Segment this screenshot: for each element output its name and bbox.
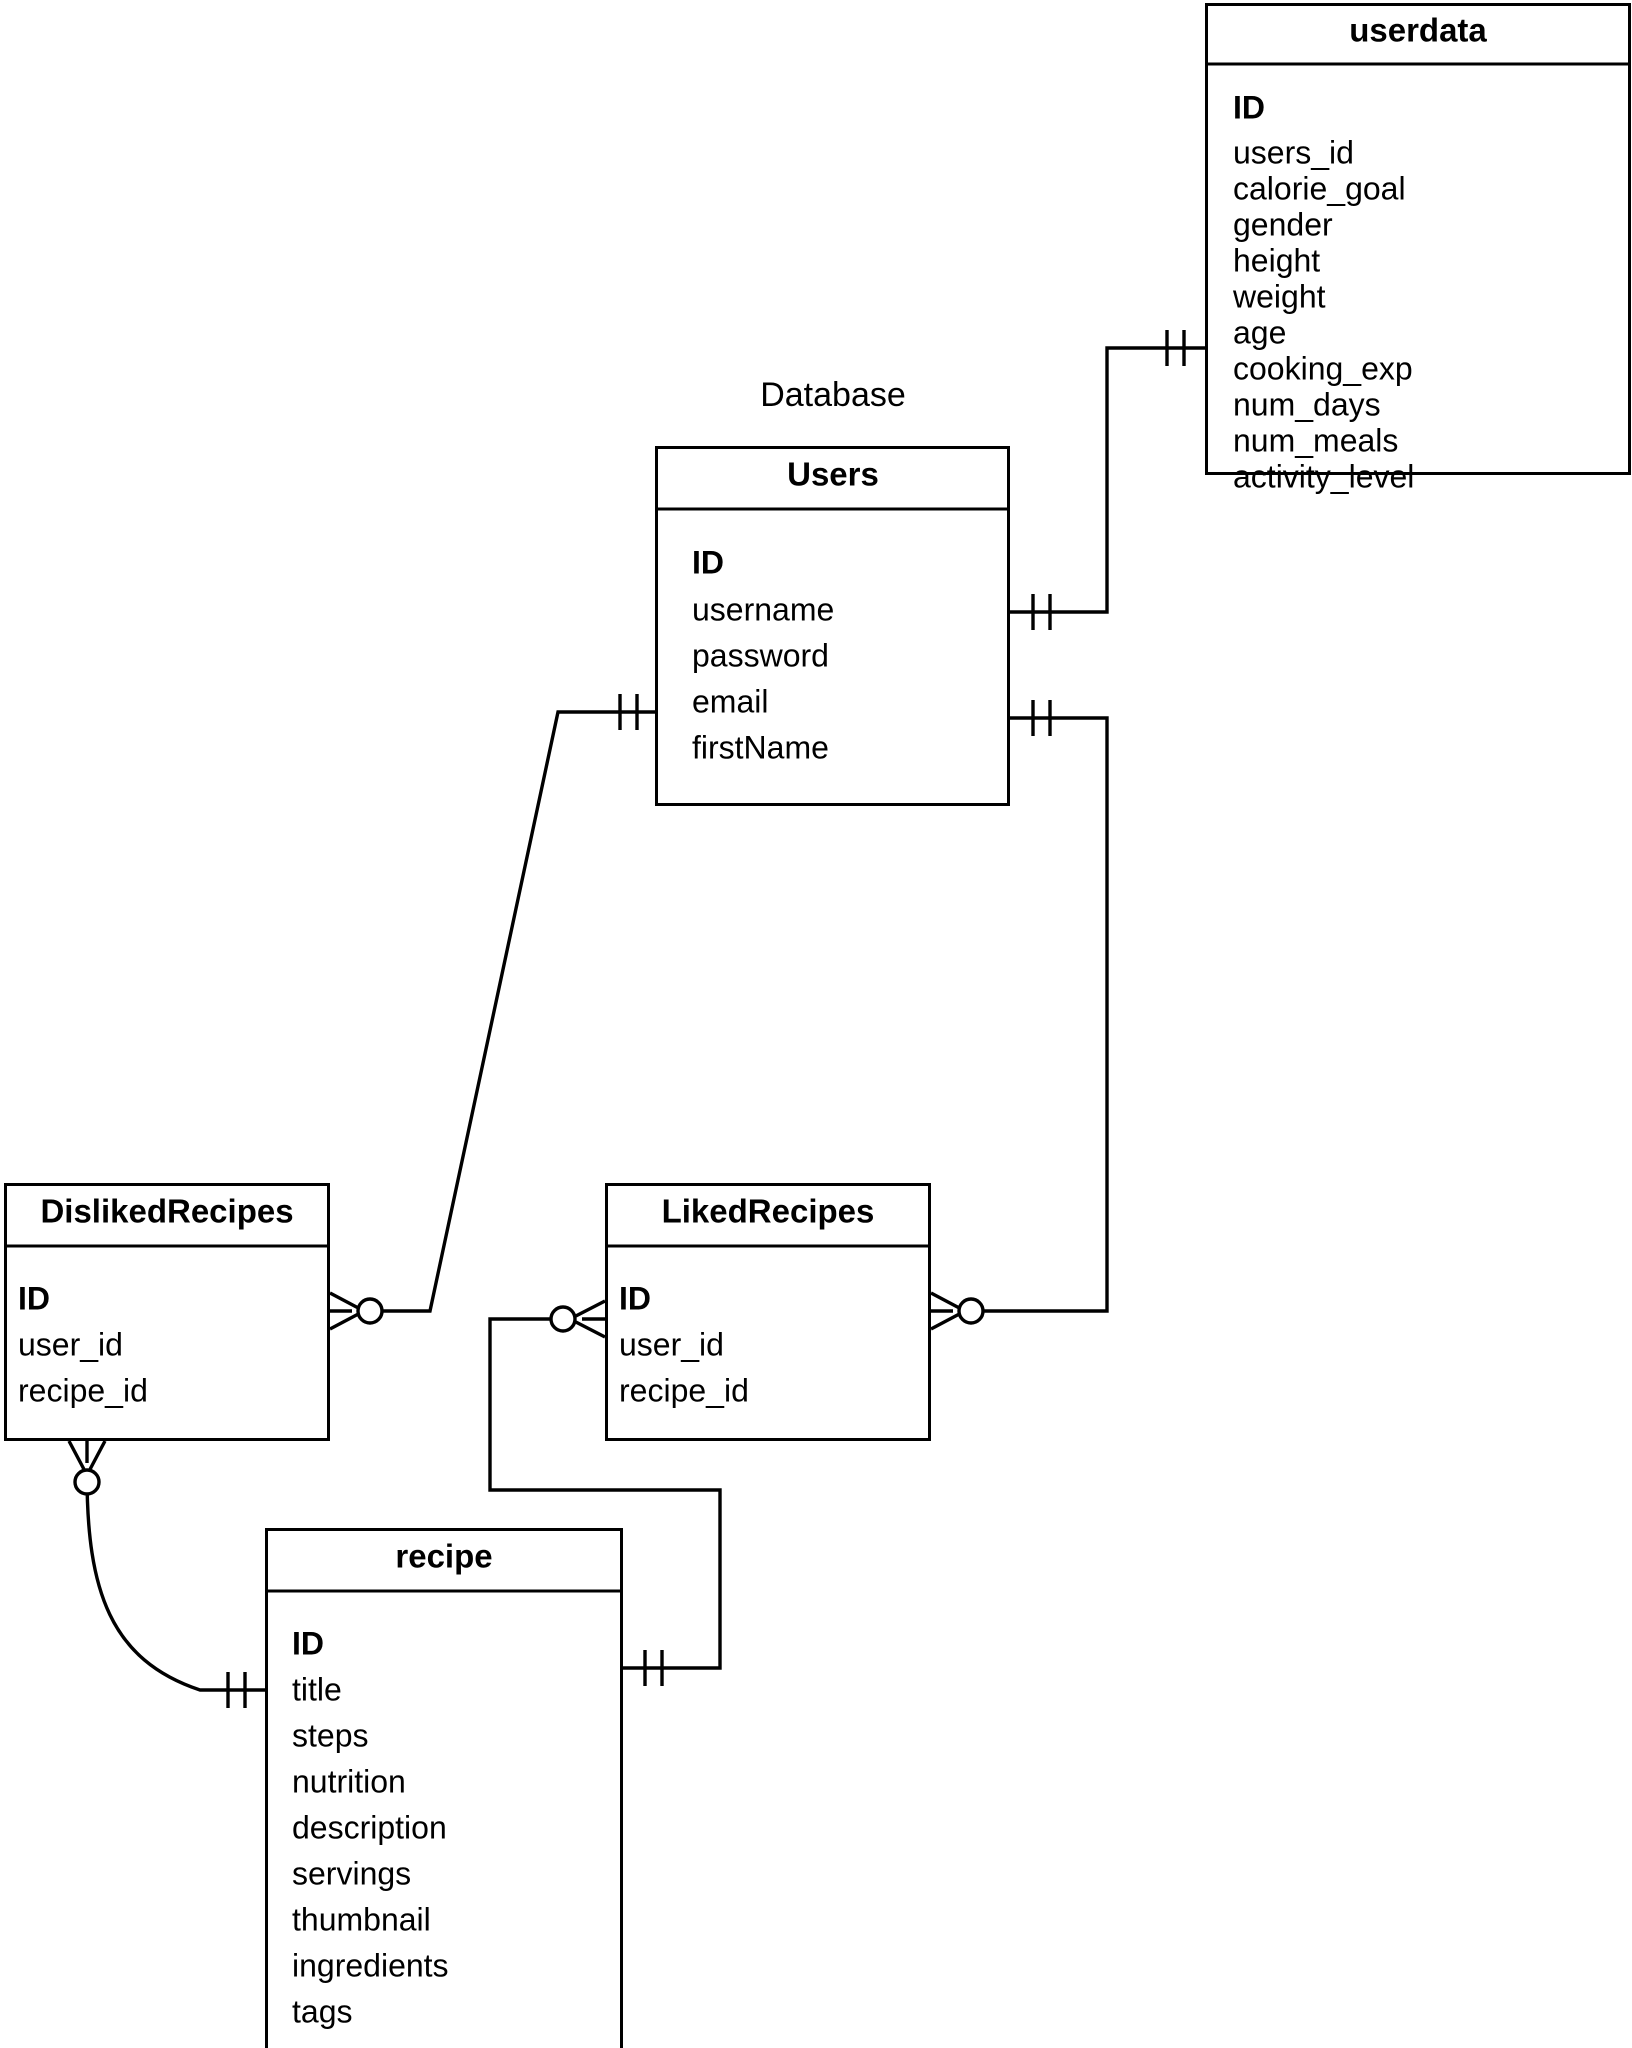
table-field-recipe-4: servings (292, 1855, 411, 1891)
table-field-userdata-4: weight (1232, 278, 1326, 314)
table-field-likedrecipes-1: recipe_id (619, 1372, 749, 1408)
table-field-userdata-0: users_id (1233, 134, 1354, 170)
table-field-users-3: firstName (692, 729, 829, 765)
table-userdata[interactable]: userdata ID users_id calorie_goal gender… (1205, 3, 1631, 495)
table-likedrecipes[interactable]: LikedRecipes ID user_id recipe_id (605, 1183, 931, 1441)
table-title-recipe: recipe (395, 1538, 492, 1575)
table-field-recipe-1: steps (292, 1717, 368, 1753)
relationship-connectors (67, 330, 1205, 1708)
table-title-likedrecipes: LikedRecipes (662, 1193, 875, 1230)
table-title-users: Users (787, 456, 879, 493)
connector-dislikedrecipes-recipe (67, 1440, 265, 1708)
table-field-recipe-7: tags (292, 1993, 352, 2029)
table-field-users-0: username (692, 591, 834, 627)
table-field-userdata-9: activity_level (1233, 458, 1414, 494)
table-field-likedrecipes-pk: ID (619, 1280, 651, 1316)
table-field-userdata-8: num_meals (1233, 422, 1398, 458)
table-field-userdata-1: calorie_goal (1233, 170, 1406, 206)
table-title-userdata: userdata (1349, 12, 1487, 49)
table-field-dislikedrecipes-pk: ID (18, 1280, 50, 1316)
table-field-likedrecipes-0: user_id (619, 1326, 724, 1362)
er-diagram-svg: Database userdata ID users_id calorie_go… (4, 3, 1631, 2048)
table-field-dislikedrecipes-1: recipe_id (18, 1372, 148, 1408)
table-users[interactable]: Users ID username password email firstNa… (655, 446, 1010, 806)
table-field-recipe-0: title (292, 1671, 342, 1707)
connector-users-userdata (1010, 330, 1205, 630)
table-recipe[interactable]: recipe ID title steps nutrition descript… (265, 1528, 623, 2048)
table-field-recipe-pk: ID (292, 1625, 324, 1661)
table-dislikedrecipes[interactable]: DislikedRecipes ID user_id recipe_id (4, 1183, 330, 1441)
table-field-userdata-2: gender (1233, 206, 1333, 242)
table-field-recipe-6: ingredients (292, 1947, 449, 1983)
table-field-userdata-6: cooking_exp (1233, 350, 1413, 386)
table-field-userdata-5: age (1233, 314, 1286, 350)
table-field-recipe-3: description (292, 1809, 447, 1845)
table-field-users-1: password (692, 637, 829, 673)
table-field-users-pk: ID (692, 544, 724, 580)
table-field-userdata-7: num_days (1233, 386, 1381, 422)
table-field-recipe-2: nutrition (292, 1763, 406, 1799)
diagram-title-label: Database (760, 376, 906, 414)
er-diagram-canvas: Database userdata ID users_id calorie_go… (0, 0, 1632, 2048)
table-field-userdata-3: height (1233, 242, 1320, 278)
table-field-userdata-pk: ID (1233, 89, 1265, 125)
table-field-users-2: email (692, 683, 768, 719)
table-field-dislikedrecipes-0: user_id (18, 1326, 123, 1362)
table-title-dislikedrecipes: DislikedRecipes (40, 1193, 293, 1230)
table-field-recipe-5: thumbnail (292, 1901, 431, 1937)
